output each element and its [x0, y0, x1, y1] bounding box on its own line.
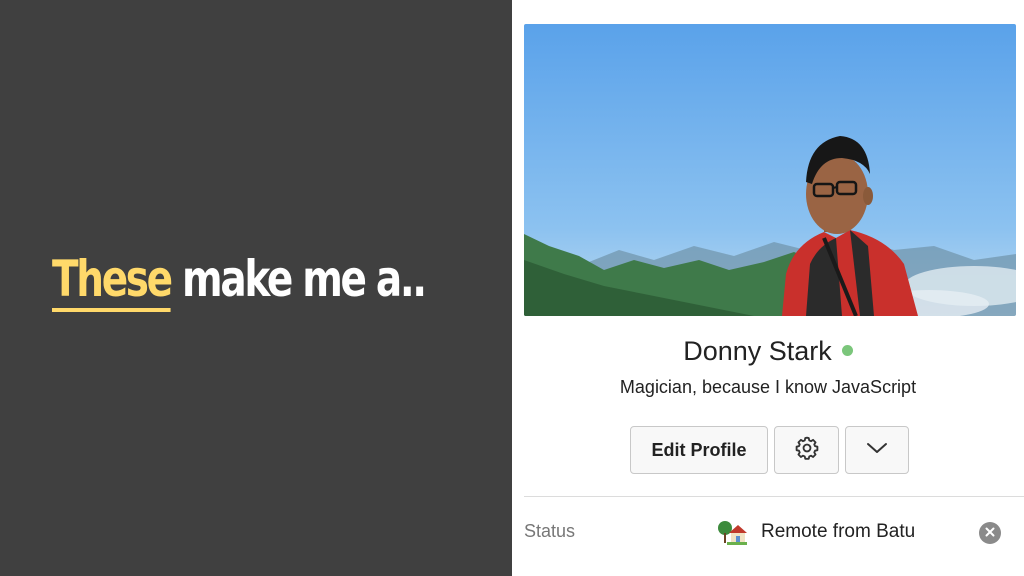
section-divider: [524, 496, 1024, 497]
gear-icon: [794, 435, 820, 466]
status-label: Status: [524, 521, 576, 541]
status-text: Remote from Batu: [761, 521, 916, 542]
cover-photo: [524, 24, 1016, 316]
edit-profile-button[interactable]: Edit Profile: [630, 426, 768, 474]
status-value[interactable]: Remote from Batu: [717, 519, 915, 545]
close-icon: [985, 524, 995, 542]
settings-button[interactable]: [774, 426, 839, 474]
slide-panel: These make me a..: [0, 0, 512, 576]
profile-name-row: Donny Stark: [512, 336, 1024, 367]
more-options-button[interactable]: [845, 426, 909, 474]
headline-highlight: These: [52, 250, 173, 312]
chevron-down-icon: [865, 440, 889, 461]
profile-title: Magician, because I know JavaScript: [619, 377, 917, 397]
presence-indicator: [841, 345, 853, 357]
profile-card: Donny Stark Magician, because I know Jav…: [512, 0, 1024, 576]
clear-status-button[interactable]: [979, 522, 1001, 544]
house-with-garden-icon: [717, 519, 749, 545]
slide-headline: These make me a..: [52, 250, 427, 312]
profile-name: Donny Stark: [683, 336, 832, 366]
headline-rest: make me a..: [182, 250, 427, 308]
